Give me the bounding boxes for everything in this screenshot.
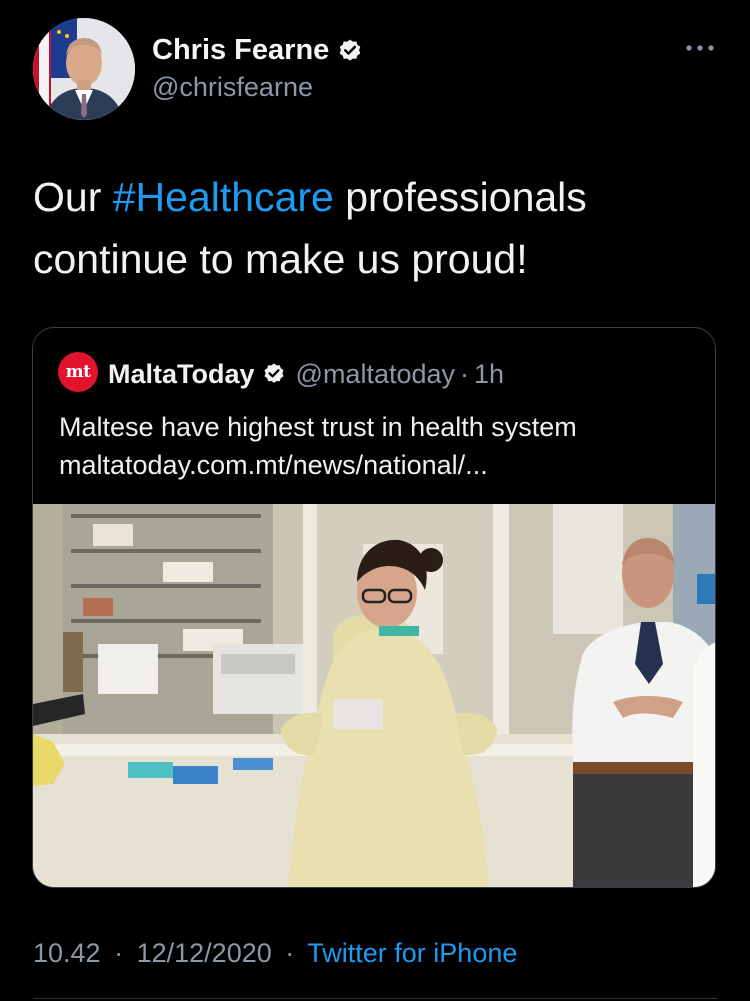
- separator-dot: ·: [114, 938, 124, 968]
- more-horizontal-icon[interactable]: [684, 38, 716, 58]
- quoted-headline: Maltese have highest trust in health sys…: [59, 412, 577, 442]
- verified-badge-icon: [337, 38, 363, 64]
- quoted-tweet-text: Maltese have highest trust in health sys…: [59, 408, 699, 484]
- author-name-text: Chris Fearne: [152, 34, 330, 66]
- tweet-source-link[interactable]: Twitter for iPhone: [307, 938, 517, 968]
- quoted-tweet-photo[interactable]: [33, 504, 715, 887]
- quoted-tweet-card[interactable]: mt MaltaToday @maltatoday · 1h Maltese h…: [32, 327, 716, 888]
- author-display-name[interactable]: Chris Fearne: [152, 34, 363, 67]
- tweet-date: 12/12/2020: [136, 938, 272, 968]
- tweet-text: Our #Healthcare professionals continue t…: [33, 166, 723, 290]
- quoted-author-handle[interactable]: @maltatoday: [296, 359, 455, 390]
- author-handle[interactable]: @chrisfearne: [152, 72, 313, 103]
- separator-dot: ·: [285, 938, 295, 968]
- quoted-tweet-header: MaltaToday @maltatoday · 1h: [108, 357, 504, 391]
- author-avatar[interactable]: [33, 18, 135, 120]
- hashtag-link[interactable]: #Healthcare: [113, 174, 334, 220]
- quoted-author-name[interactable]: MaltaToday: [108, 359, 255, 390]
- maltatoday-logo-icon[interactable]: mt: [58, 352, 98, 392]
- separator-dot: ·: [460, 358, 470, 389]
- avatar-photo: [33, 18, 135, 120]
- divider: [33, 998, 717, 999]
- logo-text: mt: [65, 362, 91, 382]
- verified-badge-icon: [262, 362, 286, 386]
- quoted-link[interactable]: maltatoday.com.mt/news/national/...: [59, 446, 699, 484]
- tweet-metadata: 10.42 · 12/12/2020 · Twitter for iPhone: [33, 938, 517, 969]
- quoted-tweet-time[interactable]: 1h: [474, 359, 504, 390]
- tweet-time: 10.42: [33, 938, 101, 968]
- tweet-text-before: Our: [33, 174, 113, 220]
